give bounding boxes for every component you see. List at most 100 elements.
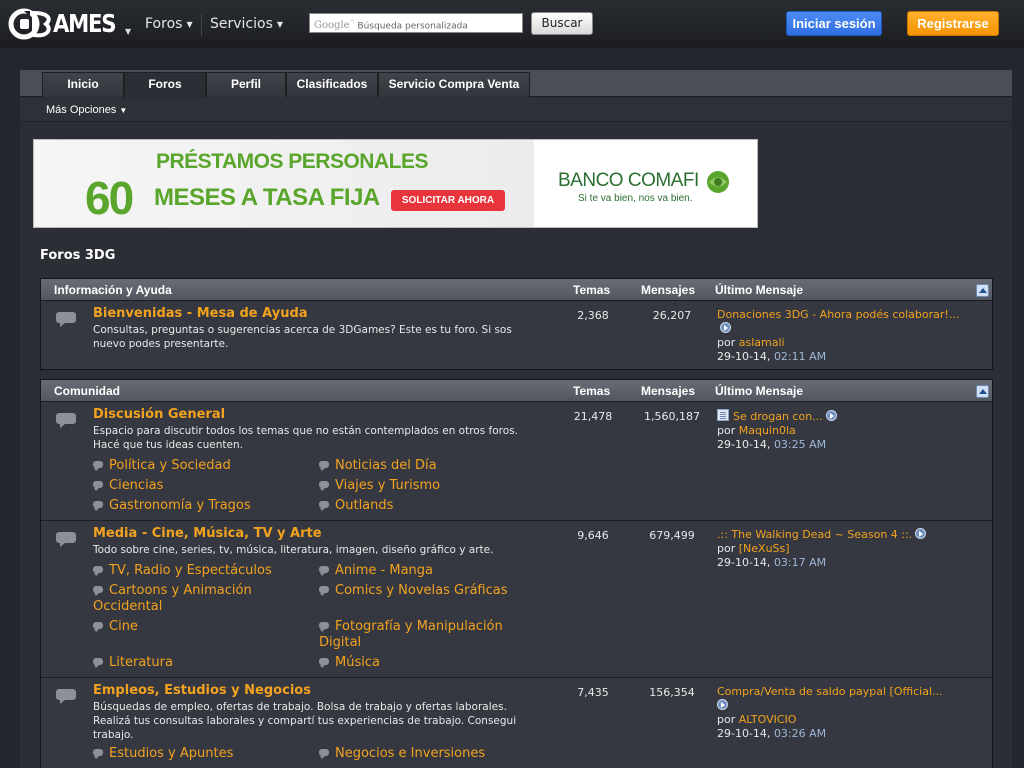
subforum-icon xyxy=(319,749,329,759)
nav-servicios[interactable]: Servicios ▼ xyxy=(210,16,283,32)
google-brand: Google xyxy=(314,20,350,32)
nav-divider xyxy=(201,14,202,36)
subforum-link[interactable]: Cartoons y Animación Occidental xyxy=(93,583,293,615)
last-post-user[interactable]: [NeXuSs] xyxy=(739,542,790,555)
forum-title-link[interactable]: Media - Cine, Música, TV y Arte xyxy=(93,526,322,541)
logo-text: AMES xyxy=(53,9,117,38)
last-post-title[interactable]: Donaciones 3DG - Ahora podés colaborar!.… xyxy=(717,308,959,321)
go-to-post-icon[interactable] xyxy=(825,410,837,421)
subforum-label: Fotografía y Manipulación Digital xyxy=(319,619,503,650)
tab-inicio[interactable]: Inicio xyxy=(42,72,124,97)
subforum-link[interactable]: Viajes y Turismo xyxy=(319,478,440,494)
nav-foros[interactable]: Foros ▼ xyxy=(145,16,193,32)
forum-status-icon xyxy=(56,689,76,704)
last-post-title[interactable]: .:: The Walking Dead ~ Season 4 ::. xyxy=(717,528,912,541)
chevron-down-icon: ▼ xyxy=(119,106,128,115)
subforum-icon xyxy=(319,566,329,576)
subforum-link[interactable]: TV, Radio y Espectáculos xyxy=(93,563,272,579)
subforum-link[interactable]: Comics y Novelas Gráficas xyxy=(319,583,508,599)
subforum-link[interactable]: Negocios e Inversiones xyxy=(319,746,485,762)
subforum-link[interactable]: Estudios y Apuntes xyxy=(93,746,233,762)
subforum-label: TV, Radio y Espectáculos xyxy=(109,563,272,578)
forum-title-link[interactable]: Discusión General xyxy=(93,407,225,422)
last-post-date: 29-10-14, xyxy=(717,727,771,740)
forum-description: Espacio para discutir todos los temas qu… xyxy=(93,425,518,451)
tab-foros[interactable]: Foros xyxy=(124,72,206,97)
forum-title-link[interactable]: Empleos, Estudios y Negocios xyxy=(93,683,311,698)
forum-row-bienvenidas: Bienvenidas - Mesa de Ayuda Consultas, p… xyxy=(41,301,992,369)
forum-description: Búsquedas de empleo, ofertas de trabajo.… xyxy=(93,701,517,741)
search-button[interactable]: Buscar xyxy=(531,12,593,35)
category-header: Comunidad Temas Mensajes Último Mensaje xyxy=(41,380,992,402)
subforum-label: Noticias del Día xyxy=(335,458,437,473)
last-post-user[interactable]: Maquin0la xyxy=(739,424,796,437)
collapse-icon[interactable] xyxy=(976,284,989,297)
go-to-post-icon[interactable] xyxy=(720,322,731,333)
last-post-by: por xyxy=(717,542,736,555)
category-header: Información y Ayuda Temas Mensajes Últim… xyxy=(41,279,992,301)
forum-title-link[interactable]: Bienvenidas - Mesa de Ayuda xyxy=(93,306,308,321)
subforum-label: Anime - Manga xyxy=(335,563,434,578)
collapse-icon[interactable] xyxy=(976,385,989,398)
subforum-label: Cine xyxy=(109,619,138,634)
search-input[interactable]: Google™ Búsqueda personalizada xyxy=(309,13,523,33)
tab-perfil[interactable]: Perfil xyxy=(206,72,286,97)
document-icon xyxy=(717,409,729,421)
forum-row-empleos: Empleos, Estudios y Negocios Búsquedas d… xyxy=(41,678,992,768)
ad-subheadline: MESES A TASA FIJA xyxy=(154,184,380,211)
last-post-title[interactable]: Se drogan con... xyxy=(733,410,823,423)
subforum-link[interactable]: Literatura xyxy=(93,655,173,671)
subforum-label: Negocios e Inversiones xyxy=(335,746,486,761)
subforum-link[interactable]: Política y Sociedad xyxy=(93,458,231,474)
subforum-icon xyxy=(93,658,103,668)
last-post-time: 03:26 AM xyxy=(773,727,827,740)
column-temas: Temas xyxy=(573,283,611,297)
subforum-label: Cartoons y Animación Occidental xyxy=(93,583,252,614)
subforum-icon xyxy=(319,586,329,596)
login-button[interactable]: Iniciar sesión xyxy=(786,11,882,36)
chevron-down-icon[interactable]: ▼ xyxy=(125,27,131,36)
category-name[interactable]: Comunidad xyxy=(54,384,120,398)
subforum-label: Viajes y Turismo xyxy=(335,478,441,493)
subforum-link[interactable]: Ciencias xyxy=(93,478,163,494)
page-title: Foros 3DG xyxy=(40,248,116,263)
subforum-link[interactable]: Anime - Manga xyxy=(319,563,433,579)
subforum-label: Literatura xyxy=(109,655,173,670)
ad-banner[interactable]: PRÉSTAMOS PERSONALES 60 MESES A TASA FIJ… xyxy=(33,139,758,228)
last-post-date: 29-10-14, xyxy=(717,350,771,363)
register-button[interactable]: Registrarse xyxy=(907,11,999,36)
subforum-icon xyxy=(93,749,103,759)
subforum-icon xyxy=(93,461,103,471)
tab-bar: Inicio Foros Perfil Clasificados Servici… xyxy=(20,70,1012,97)
last-post-user[interactable]: ALTOVICIO xyxy=(739,713,797,726)
tab-clasificados[interactable]: Clasificados xyxy=(286,72,378,97)
last-post-by: por xyxy=(717,336,736,349)
forum-mensajes-count: 679,499 xyxy=(649,529,695,542)
ad-big-number: 60 xyxy=(85,172,134,224)
subforum-link[interactable]: Outlands xyxy=(319,498,393,514)
ad-cta-button[interactable]: SOLICITAR AHORA xyxy=(391,190,505,211)
subforum-link[interactable]: Noticias del Día xyxy=(319,458,437,474)
forum-row-discusion-general: Discusión General Espacio para discutir … xyxy=(41,402,992,521)
column-ultimo-mensaje: Último Mensaje xyxy=(715,283,804,297)
subforum-link[interactable]: Música xyxy=(319,655,380,671)
main-frame: Inicio Foros Perfil Clasificados Servici… xyxy=(20,70,1012,768)
more-options-menu[interactable]: Más Opciones ▼ xyxy=(46,104,127,116)
last-post-by: por xyxy=(717,424,736,437)
subforum-link[interactable]: Cine xyxy=(93,619,138,635)
last-post-user[interactable]: aslamali xyxy=(739,336,785,349)
site-logo[interactable]: AMES ▼ xyxy=(8,7,131,41)
column-ultimo-mensaje: Último Mensaje xyxy=(715,384,804,398)
last-post-title[interactable]: Compra/Venta de saldo paypal [Official..… xyxy=(717,685,967,699)
tab-servicio-compra-venta[interactable]: Servicio Compra Venta xyxy=(378,72,530,97)
nav-servicios-label: Servicios xyxy=(210,16,273,32)
subforum-icon xyxy=(93,501,103,511)
category-name[interactable]: Información y Ayuda xyxy=(54,283,172,297)
top-bar: AMES ▼ Foros ▼ Servicios ▼ Google™ Búsqued… xyxy=(0,0,1024,48)
last-post-time: 03:25 AM xyxy=(773,438,827,451)
go-to-post-icon[interactable] xyxy=(915,528,927,539)
subforum-icon xyxy=(93,481,103,491)
go-to-post-icon[interactable] xyxy=(717,699,728,710)
subforum-link[interactable]: Gastronomía y Tragos xyxy=(93,498,251,514)
subforum-link[interactable]: Fotografía y Manipulación Digital xyxy=(319,619,539,651)
